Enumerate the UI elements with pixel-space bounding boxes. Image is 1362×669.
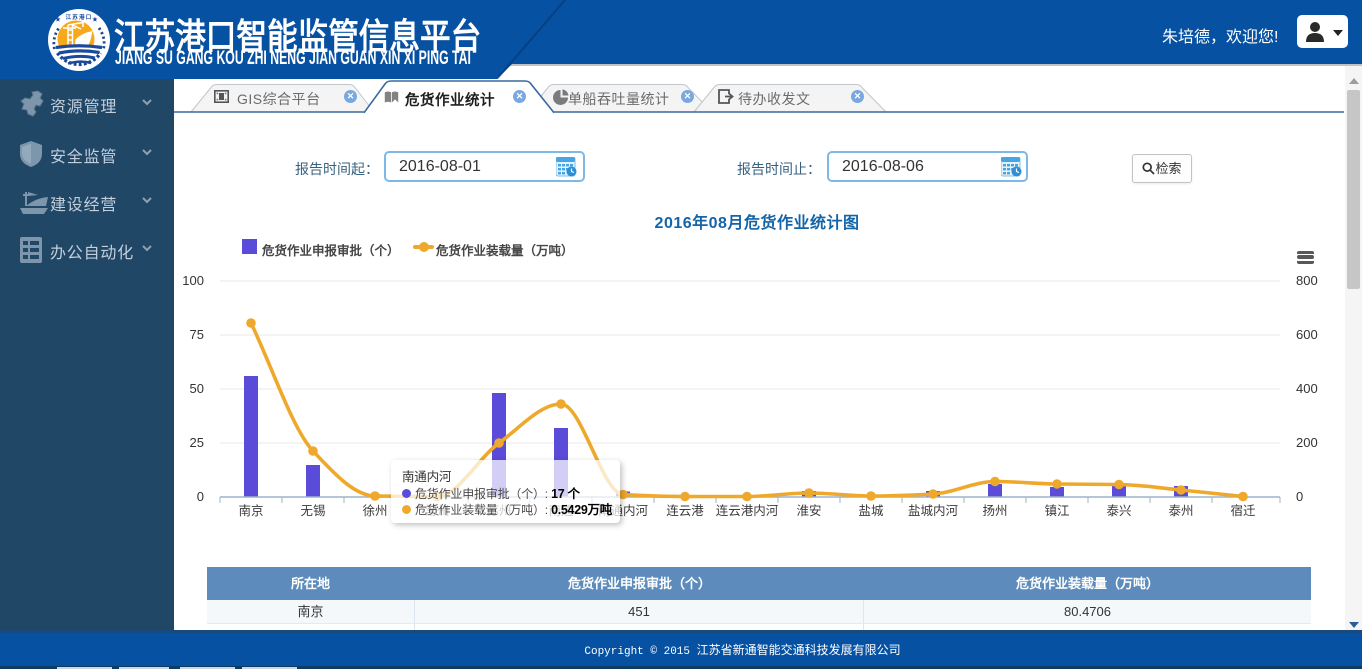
svg-text:泰州: 泰州 xyxy=(1168,504,1193,518)
svg-text:连云港: 连云港 xyxy=(666,503,704,518)
svg-text:连云港内河: 连云港内河 xyxy=(716,503,779,518)
svg-text:50: 50 xyxy=(190,381,204,396)
svg-text:淮安: 淮安 xyxy=(796,503,821,518)
svg-text:镇江: 镇江 xyxy=(1044,504,1069,518)
svg-text:扬州: 扬州 xyxy=(982,503,1007,518)
svg-text:0: 0 xyxy=(197,489,204,504)
svg-text:徐州: 徐州 xyxy=(362,503,387,518)
svg-text:200: 200 xyxy=(1296,435,1318,450)
svg-text:盐城内河: 盐城内河 xyxy=(908,504,959,518)
svg-text:江苏港口: 江苏港口 xyxy=(66,13,93,21)
svg-text:盐城: 盐城 xyxy=(858,504,884,518)
svg-text:75: 75 xyxy=(190,327,204,342)
svg-text:南京: 南京 xyxy=(238,503,263,518)
svg-text:25: 25 xyxy=(190,435,204,450)
svg-text:泰兴: 泰兴 xyxy=(1106,504,1131,518)
svg-text:宿迁: 宿迁 xyxy=(1230,503,1256,518)
svg-text:800: 800 xyxy=(1296,273,1318,288)
svg-text:600: 600 xyxy=(1296,327,1318,342)
svg-text:0: 0 xyxy=(1296,489,1303,504)
svg-text:无锡: 无锡 xyxy=(300,503,325,518)
svg-text:100: 100 xyxy=(182,273,204,288)
svg-text:400: 400 xyxy=(1296,381,1318,396)
